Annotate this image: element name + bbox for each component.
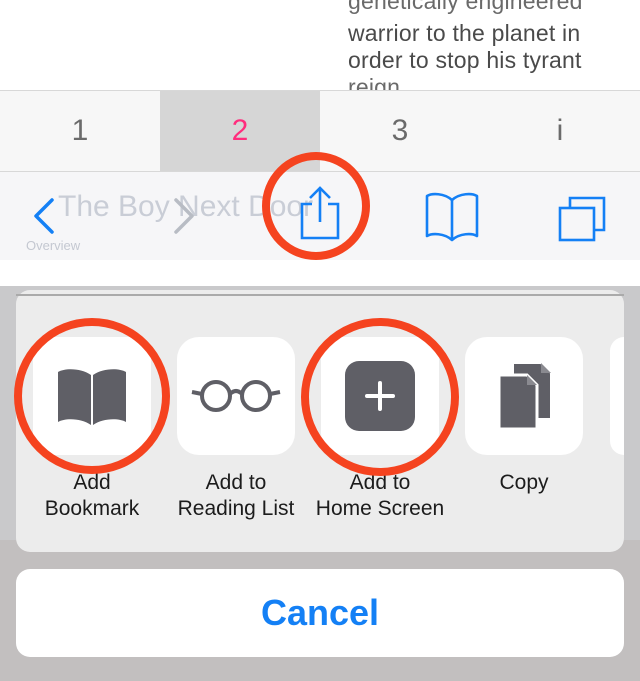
article-line: reign. — [348, 74, 407, 90]
share-icon[interactable] — [296, 184, 344, 242]
copy-button[interactable] — [465, 337, 583, 455]
add-to-home-screen-label: Add to Home Screen — [315, 471, 445, 520]
add-bookmark-button[interactable] — [33, 337, 151, 455]
tab-1[interactable]: 1 — [0, 91, 160, 171]
page-subtitle-ghost: Overview — [26, 238, 81, 253]
sheet-divider — [16, 294, 624, 296]
copy-icon — [497, 362, 552, 431]
article-line: order to stop his tyrant — [348, 47, 582, 73]
tab-2[interactable]: 2 — [160, 91, 320, 171]
tab-3[interactable]: 3 — [320, 91, 480, 171]
add-to-reading-list-label: Add to Reading List — [177, 471, 295, 520]
bookmarks-book-icon[interactable] — [424, 190, 480, 242]
add-bookmark-label: Add Bookmark — [44, 471, 140, 520]
plus-icon — [345, 361, 415, 431]
book-icon — [58, 369, 126, 425]
cancel-button[interactable]: Cancel — [16, 569, 624, 657]
article-text: genetically engineered warrior to the pl… — [0, 0, 640, 90]
article-line: warrior to the planet in — [348, 20, 581, 46]
forward-chevron-icon[interactable] — [170, 196, 198, 236]
add-to-home-screen-button[interactable] — [321, 337, 439, 455]
copy-label: Copy — [499, 471, 549, 494]
article-line: genetically engineered — [348, 0, 583, 14]
back-chevron-icon[interactable] — [30, 196, 58, 236]
add-to-reading-list-button[interactable] — [177, 337, 295, 455]
glasses-icon — [191, 380, 281, 412]
tabs-icon[interactable] — [556, 192, 612, 244]
page-tabs: 1 2 3 i — [0, 90, 640, 172]
tab-info[interactable]: i — [480, 91, 640, 171]
more-actions-partial[interactable] — [610, 337, 624, 455]
